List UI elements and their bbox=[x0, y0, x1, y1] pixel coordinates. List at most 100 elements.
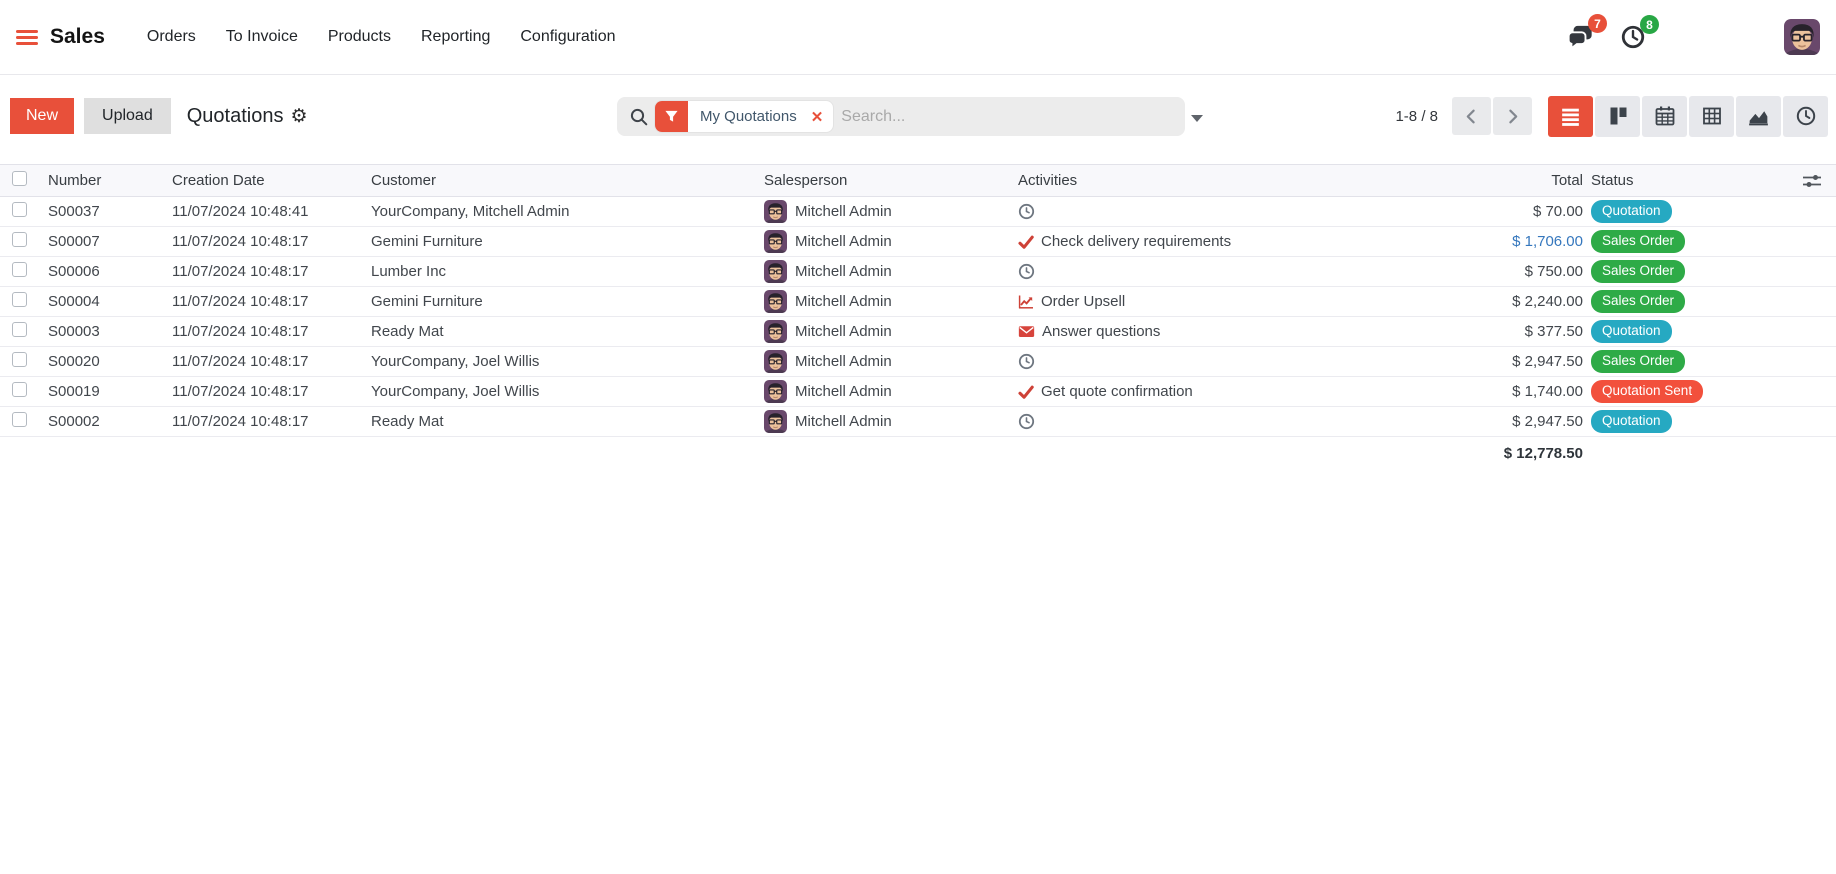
view-kanban-button[interactable] bbox=[1595, 95, 1640, 137]
activity-clock-icon[interactable] bbox=[1018, 353, 1035, 370]
header-number[interactable]: Number bbox=[40, 172, 164, 189]
table-row[interactable]: S00004 11/07/2024 10:48:17 Gemini Furnit… bbox=[0, 287, 1836, 317]
filter-icon bbox=[655, 101, 688, 132]
user-avatar[interactable] bbox=[1784, 19, 1820, 55]
gear-icon[interactable]: ⚙ bbox=[290, 107, 307, 126]
cell-activities[interactable]: Order Upsell bbox=[1010, 293, 1463, 310]
row-checkbox[interactable] bbox=[12, 232, 27, 247]
cell-salesperson: Mitchell Admin bbox=[756, 200, 1010, 223]
cell-activities[interactable] bbox=[1010, 353, 1463, 370]
menu-to-invoice[interactable]: To Invoice bbox=[226, 28, 298, 46]
view-pivot-button[interactable] bbox=[1689, 95, 1734, 137]
activity-check-icon[interactable] bbox=[1018, 384, 1034, 400]
row-checkbox[interactable] bbox=[12, 322, 27, 337]
cell-customer: YourCompany, Joel Willis bbox=[371, 383, 540, 400]
cell-activities[interactable] bbox=[1010, 263, 1463, 280]
pivot-view-icon bbox=[1700, 104, 1724, 128]
row-checkbox[interactable] bbox=[12, 382, 27, 397]
activity-clock-icon[interactable] bbox=[1018, 263, 1035, 280]
row-checkbox[interactable] bbox=[12, 292, 27, 307]
view-list-button[interactable] bbox=[1548, 95, 1593, 137]
row-checkbox[interactable] bbox=[12, 202, 27, 217]
menu-products[interactable]: Products bbox=[328, 28, 391, 46]
cell-activities[interactable] bbox=[1010, 203, 1463, 220]
top-navbar: Sales Orders To Invoice Products Reporti… bbox=[0, 0, 1836, 75]
facet-remove-icon[interactable]: ✕ bbox=[811, 108, 834, 126]
cell-total: $ 70.00 bbox=[1532, 203, 1583, 220]
cell-creation-date: 11/07/2024 10:48:17 bbox=[172, 383, 309, 400]
cell-customer: Lumber Inc bbox=[371, 263, 447, 280]
activity-label: Order Upsell bbox=[1041, 293, 1126, 310]
cell-customer: Ready Mat bbox=[371, 413, 444, 430]
pager-previous-button[interactable] bbox=[1452, 97, 1491, 135]
table-row[interactable]: S00007 11/07/2024 10:48:17 Gemini Furnit… bbox=[0, 227, 1836, 257]
row-checkbox[interactable] bbox=[12, 412, 27, 427]
header-salesperson[interactable]: Salesperson bbox=[756, 172, 1010, 189]
apps-menu-icon[interactable] bbox=[16, 29, 38, 45]
systray: 7 8 bbox=[1540, 14, 1820, 55]
header-status[interactable]: Status bbox=[1583, 172, 1753, 189]
cell-number: S00002 bbox=[48, 413, 100, 430]
upload-button[interactable]: Upload bbox=[84, 98, 171, 134]
header-activities[interactable]: Activities bbox=[1010, 172, 1463, 189]
control-panel: New Upload Quotations ⚙ My Quotations ✕ … bbox=[0, 75, 1836, 157]
table-row[interactable]: S00019 11/07/2024 10:48:17 YourCompany, … bbox=[0, 377, 1836, 407]
menu-reporting[interactable]: Reporting bbox=[421, 28, 490, 46]
cell-total: $ 2,947.50 bbox=[1512, 413, 1583, 430]
cell-activities[interactable] bbox=[1010, 413, 1463, 430]
calendar-view-icon bbox=[1653, 104, 1677, 128]
table-row[interactable]: S00020 11/07/2024 10:48:17 YourCompany, … bbox=[0, 347, 1836, 377]
cell-activities[interactable]: Get quote confirmation bbox=[1010, 383, 1463, 400]
facet-label: My Quotations bbox=[700, 108, 797, 125]
activities-count-badge: 8 bbox=[1640, 15, 1659, 34]
pager-next-button[interactable] bbox=[1493, 97, 1532, 135]
row-checkbox[interactable] bbox=[12, 262, 27, 277]
cell-number: S00019 bbox=[48, 383, 100, 400]
menu-configuration[interactable]: Configuration bbox=[520, 28, 615, 46]
search-icon bbox=[629, 107, 649, 127]
graph-view-icon bbox=[1746, 104, 1771, 129]
activity-check-icon[interactable] bbox=[1018, 234, 1034, 250]
cell-activities[interactable]: Answer questions bbox=[1010, 323, 1463, 340]
row-checkbox[interactable] bbox=[12, 352, 27, 367]
search-bar[interactable]: My Quotations ✕ bbox=[617, 97, 1185, 136]
cell-creation-date: 11/07/2024 10:48:17 bbox=[172, 233, 309, 250]
cell-creation-date: 11/07/2024 10:48:17 bbox=[172, 263, 309, 280]
menu-orders[interactable]: Orders bbox=[147, 28, 196, 46]
new-button[interactable]: New bbox=[10, 98, 75, 134]
app-brand[interactable]: Sales bbox=[50, 25, 105, 49]
footer-total: $ 12,778.50 bbox=[1503, 444, 1583, 462]
search-facet: My Quotations ✕ bbox=[655, 101, 834, 132]
breadcrumb: Quotations ⚙ bbox=[187, 105, 308, 128]
header-total[interactable]: Total bbox=[1463, 172, 1583, 189]
header-creation-date[interactable]: Creation Date bbox=[164, 172, 363, 189]
cell-customer: YourCompany, Joel Willis bbox=[371, 353, 540, 370]
activity-clock-icon[interactable] bbox=[1018, 413, 1035, 430]
search-dropdown-caret-icon[interactable] bbox=[1191, 115, 1203, 122]
table-row[interactable]: S00037 11/07/2024 10:48:41 YourCompany, … bbox=[0, 197, 1836, 227]
table-row[interactable]: S00002 11/07/2024 10:48:17 Ready Mat Mit… bbox=[0, 407, 1836, 437]
select-all-checkbox[interactable] bbox=[12, 171, 27, 186]
table-row[interactable]: S00006 11/07/2024 10:48:17 Lumber Inc Mi… bbox=[0, 257, 1836, 287]
salesperson-avatar bbox=[764, 320, 787, 343]
messages-count-badge: 7 bbox=[1588, 14, 1607, 33]
cell-number: S00006 bbox=[48, 263, 100, 280]
view-graph-button[interactable] bbox=[1736, 95, 1781, 137]
main-menu: Orders To Invoice Products Reporting Con… bbox=[147, 28, 616, 46]
table-row[interactable]: S00003 11/07/2024 10:48:17 Ready Mat Mit… bbox=[0, 317, 1836, 347]
search-input[interactable] bbox=[833, 107, 1177, 126]
status-badge: Sales Order bbox=[1591, 290, 1686, 313]
activities-button[interactable]: 8 bbox=[1620, 15, 1659, 50]
messages-button[interactable]: 7 bbox=[1566, 14, 1607, 51]
status-badge: Sales Order bbox=[1591, 230, 1686, 253]
activity-envelope-icon[interactable] bbox=[1018, 323, 1035, 340]
cell-customer: YourCompany, Mitchell Admin bbox=[371, 203, 570, 220]
activity-chart-icon[interactable] bbox=[1018, 294, 1034, 310]
cell-activities[interactable]: Check delivery requirements bbox=[1010, 233, 1463, 250]
optional-columns-button[interactable] bbox=[1753, 174, 1836, 188]
activity-clock-icon[interactable] bbox=[1018, 203, 1035, 220]
view-activity-button[interactable] bbox=[1783, 95, 1828, 137]
header-customer[interactable]: Customer bbox=[363, 172, 756, 189]
control-panel-right: 1-8 / 8 bbox=[1395, 75, 1828, 157]
view-calendar-button[interactable] bbox=[1642, 95, 1687, 137]
